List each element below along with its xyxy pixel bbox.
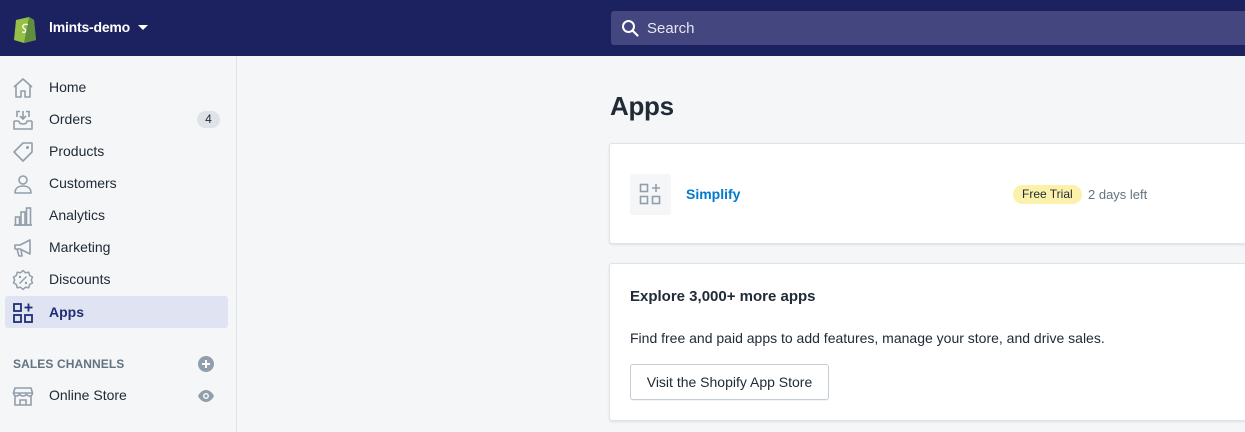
chevron-down-icon[interactable] [138,25,148,30]
add-channel-icon[interactable] [197,355,215,373]
app-name-link[interactable]: Simplify [686,186,740,202]
sidebar-item-label: Customers [49,175,117,191]
sidebar-item-customers[interactable]: Customers [5,167,228,199]
bar-chart-icon [14,207,32,226]
sidebar-item-apps[interactable]: Apps [5,296,228,328]
app-thumbnail[interactable] [630,174,671,215]
home-icon [13,78,33,98]
apps-icon [13,303,33,323]
sidebar-item-marketing[interactable]: Marketing [5,231,228,263]
sidebar-item-label: Online Store [49,387,127,403]
store-name[interactable]: lmints-demo [49,19,130,35]
explore-description: Find free and paid apps to add features,… [630,330,1105,346]
sidebar-item-products[interactable]: Products [5,135,228,167]
sidebar-item-discounts[interactable]: Discounts [5,263,228,295]
explore-apps-card: Explore 3,000+ more apps Find free and p… [609,263,1245,421]
store-icon [12,387,34,406]
apps-placeholder-icon [639,183,661,205]
tag-icon [13,142,33,162]
sidebar-item-home[interactable]: Home [5,71,228,103]
discount-icon [12,269,34,291]
orders-count-badge: 4 [197,111,220,128]
visit-app-store-button[interactable]: Visit the Shopify App Store [630,364,829,400]
sidebar-item-label: Marketing [49,239,111,255]
eye-icon[interactable] [197,389,215,403]
explore-title: Explore 3,000+ more apps [630,288,816,305]
search-input[interactable] [647,11,1207,45]
sidebar: Home Orders 4 Products Customers Analyti… [0,56,237,432]
sidebar-item-label: Discounts [49,271,111,287]
sidebar-item-online-store[interactable]: Online Store [5,379,228,411]
sidebar-item-label: Home [49,79,87,95]
page-title: Apps [610,91,674,121]
search-icon [622,20,639,37]
search-bar[interactable] [611,11,1245,45]
top-bar: lmints-demo [0,0,1245,56]
free-trial-badge: Free Trial [1013,185,1082,204]
sidebar-item-analytics[interactable]: Analytics [5,199,228,231]
sidebar-item-label: Orders [49,111,92,127]
megaphone-icon [14,239,31,257]
sales-channels-heading: SALES CHANNELS [13,357,125,371]
sidebar-item-label: Analytics [49,207,106,223]
shopify-logo-icon[interactable] [12,13,38,43]
installed-app-card: Simplify Free Trial 2 days left [609,143,1245,244]
trial-days-left: 2 days left [1088,187,1148,202]
sidebar-item-label: Products [49,143,105,159]
person-icon [14,175,32,194]
orders-icon [13,110,33,130]
sidebar-item-orders[interactable]: Orders 4 [5,103,228,135]
sidebar-item-label: Apps [49,304,84,320]
